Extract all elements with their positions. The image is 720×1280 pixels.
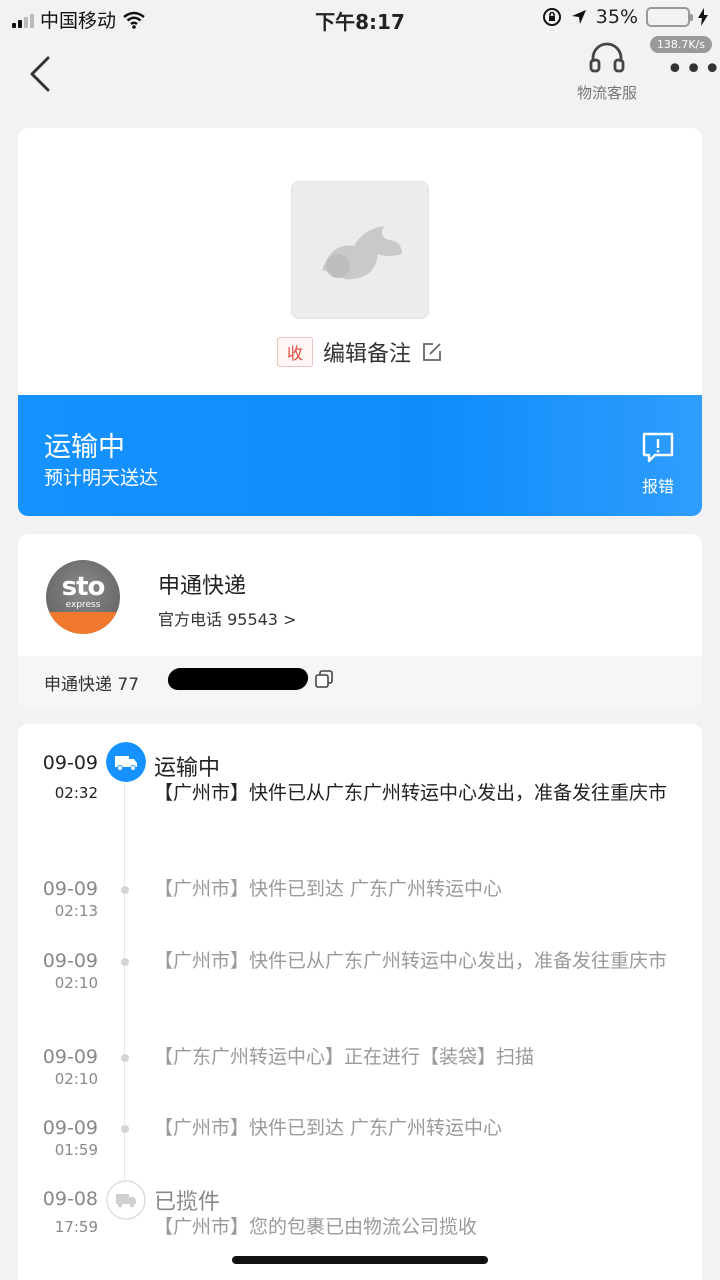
event-text: 【广州市】快件已从广东广州转运中心发出，准备发往重庆市	[154, 782, 668, 804]
edit-note-row[interactable]: 收 编辑备注	[18, 336, 702, 368]
package-card: 收 编辑备注 运输中 预计明天送达 报错	[18, 128, 702, 516]
event-text: 【广州市】快件已到达 广东广州转运中心	[154, 1117, 503, 1139]
timeline-dot	[121, 1054, 129, 1062]
charging-bolt-icon	[698, 8, 708, 26]
event-time: 17:59	[54, 1218, 98, 1236]
event-title: 运输中	[154, 756, 221, 781]
event-date: 09-09	[42, 950, 98, 972]
status-bar: 中国移动 下午8:17 35% 138.7K/s	[0, 0, 720, 53]
redaction-mark	[166, 668, 310, 690]
event-text: 【广州市】快件已到达 广东广州转运中心	[154, 878, 503, 900]
customer-service-label: 物流客服	[576, 84, 637, 102]
timeline-dot	[121, 958, 129, 966]
event-date: 09-09	[42, 878, 98, 900]
timeline-dot	[121, 1125, 129, 1133]
tracking-timeline: 09-09 02:32 运输中 【广州市】快件已从广东广州转运中心发出，准备发往…	[18, 724, 702, 1280]
back-chevron-icon[interactable]	[24, 54, 60, 94]
customer-service-button[interactable]: 物流客服	[568, 42, 646, 103]
package-image-placeholder	[291, 181, 429, 319]
event-time: 02:32	[54, 784, 98, 802]
courier-logo: sto express	[46, 560, 120, 634]
pickup-truck-icon	[106, 1180, 146, 1220]
timeline-line	[124, 779, 125, 1199]
report-error-label: 报错	[641, 477, 674, 496]
bird-icon	[322, 226, 402, 280]
report-error-button[interactable]: 报错	[638, 431, 678, 497]
event-date: 09-09	[42, 1046, 98, 1068]
battery-icon	[646, 7, 693, 27]
battery-percent: 35%	[595, 6, 638, 28]
event-text: 【广东广州转运中心】正在进行【装袋】扫描	[154, 1046, 535, 1068]
event-text: 【广州市】您的包裹已由物流公司揽收	[154, 1216, 478, 1238]
rotation-lock-icon	[542, 8, 561, 26]
event-time: 02:13	[54, 902, 98, 920]
logo-text: sto	[61, 572, 106, 602]
edit-pencil-icon	[423, 343, 441, 361]
edit-note-label: 编辑备注	[323, 342, 412, 367]
more-menu-icon[interactable]: •••	[666, 55, 720, 85]
event-date: 09-09	[42, 1117, 98, 1139]
received-tag: 收	[276, 337, 313, 367]
event-text: 【广州市】快件已从广东广州转运中心发出，准备发往重庆市	[154, 950, 668, 972]
status-title: 运输中	[44, 432, 125, 463]
delivery-status-banner: 运输中 预计明天送达 报错	[18, 395, 702, 516]
tracking-number: 申通快递 77	[44, 675, 140, 695]
event-date: 09-08	[42, 1188, 98, 1210]
event-time: 01:59	[54, 1141, 98, 1159]
net-speed-badge: 138.7K/s	[649, 36, 712, 53]
timeline-dot	[121, 886, 129, 894]
location-arrow-icon	[571, 10, 586, 24]
courier-card: sto express 申通快递 官方电话 95543 > 申通快递 77	[18, 534, 702, 708]
copy-icon[interactable]	[315, 670, 333, 688]
headset-icon	[589, 42, 625, 73]
status-subtitle: 预计明天送达	[44, 467, 159, 489]
report-icon	[642, 432, 674, 463]
event-title: 已揽件	[154, 1190, 221, 1215]
tracking-number-bar: 申通快递 77	[18, 656, 702, 708]
home-indicator[interactable]	[232, 1256, 488, 1264]
courier-name: 申通快递	[158, 574, 247, 599]
courier-phone-link[interactable]: 官方电话 95543 >	[158, 606, 296, 630]
event-date: 09-09	[42, 752, 98, 774]
event-time: 02:10	[54, 974, 98, 992]
event-time: 02:10	[54, 1070, 98, 1088]
truck-icon	[106, 742, 146, 782]
status-right: 35%	[542, 6, 708, 28]
logo-subtext: express	[65, 600, 101, 610]
